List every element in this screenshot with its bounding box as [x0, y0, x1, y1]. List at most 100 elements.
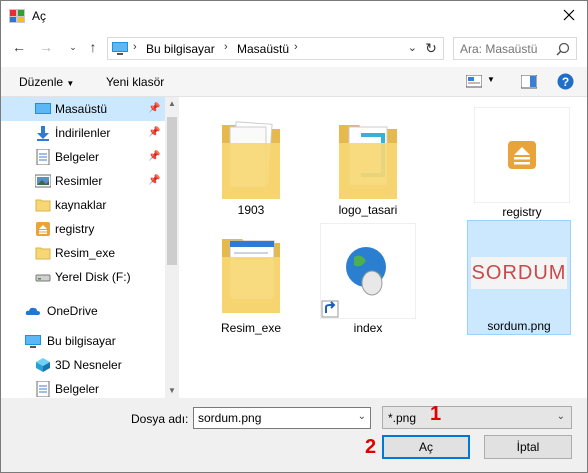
search-icon: [556, 42, 570, 56]
folder-icon: [35, 199, 51, 212]
folder-icon: [222, 121, 280, 199]
breadcrumb-this-pc[interactable]: Bu bilgisayar: [146, 42, 215, 56]
sidebar-item-kaynaklar[interactable]: kaynaklar: [1, 193, 165, 217]
address-bar[interactable]: › Bu bilgisayar › Masaüstü › ⌄ ↻: [107, 37, 444, 60]
sidebar-item-3d-objects[interactable]: 3D Nesneler: [1, 353, 165, 377]
sidebar-item-label: Masaüstü: [55, 102, 108, 116]
scrollbar-thumb[interactable]: [167, 117, 177, 265]
document-icon: [36, 149, 50, 165]
chevron-down-icon[interactable]: ⌄: [358, 411, 366, 422]
file-type-value: *.png: [388, 411, 417, 425]
file-type-filter[interactable]: *.png ⌄: [382, 406, 572, 429]
title-bar: Aç: [1, 1, 587, 31]
sidebar-item-downloads[interactable]: İndirilenler 📌: [1, 121, 165, 145]
sidebar-item-documents[interactable]: Belgeler 📌: [1, 145, 165, 169]
sidebar-item-documents-2[interactable]: Belgeler: [1, 377, 165, 398]
filename-label: Dosya adı:: [131, 412, 189, 426]
desktop-icon: [35, 103, 51, 114]
filename-combobox[interactable]: ⌄: [193, 407, 371, 429]
breadcrumb-desktop[interactable]: Masaüstü: [237, 42, 289, 56]
chevron-down-icon: ▼: [66, 79, 75, 88]
filename-input[interactable]: [194, 408, 344, 428]
pin-icon[interactable]: 📌: [148, 127, 160, 138]
window-title: Aç: [32, 9, 47, 23]
registry-file-icon: [474, 107, 570, 203]
search-input[interactable]: [460, 39, 560, 59]
app-icon: [9, 9, 25, 23]
file-list: 1903 logo_tasari registry Resim_exe inde…: [179, 97, 587, 398]
svg-text:?: ?: [562, 75, 569, 89]
search-box[interactable]: [453, 37, 577, 60]
open-button[interactable]: Aç: [382, 435, 470, 459]
scroll-up-icon[interactable]: ▲: [165, 97, 179, 111]
sidebar-item-label: Resim_exe: [55, 246, 116, 260]
address-dropdown-icon[interactable]: ⌄: [408, 41, 417, 54]
help-icon[interactable]: ?: [557, 73, 574, 90]
drive-icon: [35, 274, 51, 282]
file-name: index: [353, 321, 383, 335]
sidebar-item-label: registry: [55, 222, 95, 236]
up-arrow-icon[interactable]: ↑: [85, 39, 101, 55]
command-bar: Düzenle ▼ Yeni klasör ▼ ?: [1, 67, 587, 97]
pin-icon[interactable]: 📌: [148, 175, 160, 186]
thumbnail-text: SORDUM: [471, 262, 567, 284]
navigation-bar: ← → ⌄ ↑ › Bu bilgisayar › Masaüstü › ⌄ ↻: [1, 31, 587, 67]
sidebar-item-label: Belgeler: [55, 382, 100, 396]
globe-shortcut-icon: [320, 223, 416, 319]
sidebar-item-label: Resimler: [55, 174, 103, 188]
back-arrow-icon[interactable]: ←: [11, 39, 27, 55]
scroll-down-icon[interactable]: ▼: [165, 384, 179, 398]
file-name: sordum.png: [487, 319, 551, 333]
file-name: 1903: [237, 203, 265, 217]
pin-icon[interactable]: 📌: [148, 151, 160, 162]
preview-pane-icon[interactable]: [521, 75, 537, 89]
file-item-1903[interactable]: 1903: [199, 105, 303, 220]
cancel-button[interactable]: İptal: [484, 435, 572, 459]
cloud-icon: [25, 307, 40, 315]
file-item-resim-exe[interactable]: Resim_exe: [199, 223, 303, 338]
sidebar-item-onedrive[interactable]: OneDrive: [1, 299, 165, 323]
file-name: Resim_exe: [220, 321, 282, 335]
sidebar-item-label: OneDrive: [47, 304, 98, 318]
organize-button[interactable]: Düzenle ▼: [19, 75, 74, 89]
sidebar-item-label: kaynaklar: [55, 198, 107, 212]
sidebar-item-this-pc[interactable]: Bu bilgisayar: [1, 329, 165, 353]
computer-icon: [25, 335, 41, 348]
annotation-marker-2: 2: [365, 436, 377, 458]
sidebar-scrollbar[interactable]: ▲ ▼: [165, 97, 179, 398]
refresh-icon[interactable]: ↻: [423, 40, 439, 56]
sidebar-item-pictures[interactable]: Resimler 📌: [1, 169, 165, 193]
file-item-index[interactable]: index: [316, 223, 420, 338]
sidebar-item-label: Yerel Disk (F:): [55, 270, 131, 284]
chevron-down-icon[interactable]: ⌄: [557, 411, 565, 422]
file-name: logo_tasari: [338, 203, 398, 217]
folder-icon: [35, 247, 51, 260]
close-icon[interactable]: [559, 5, 579, 25]
sidebar-item-local-disk[interactable]: Yerel Disk (F:): [1, 265, 165, 289]
sidebar-item-desktop[interactable]: Masaüstü 📌: [1, 97, 165, 121]
sidebar-item-label: Bu bilgisayar: [47, 334, 116, 348]
view-options-icon[interactable]: [466, 75, 482, 89]
annotation-marker-1: 1: [430, 403, 442, 425]
sidebar-item-label: Belgeler: [55, 150, 100, 164]
pin-icon[interactable]: 📌: [148, 103, 160, 114]
registry-icon: [36, 222, 50, 236]
file-item-registry[interactable]: registry: [470, 105, 574, 220]
sidebar-item-resim-exe[interactable]: Resim_exe: [1, 241, 165, 265]
download-icon: [37, 126, 49, 141]
sidebar-item-label: İndirilenler: [55, 126, 111, 140]
recent-locations-chevron-icon[interactable]: ⌄: [65, 39, 81, 55]
folder-icon: [339, 125, 397, 199]
sidebar-item-registry[interactable]: registry: [1, 217, 165, 241]
folder-icon: [222, 239, 280, 313]
forward-arrow-icon[interactable]: →: [38, 39, 54, 55]
open-file-dialog: Aç ← → ⌄ ↑ › Bu bilgisayar › Masaüstü › …: [0, 0, 588, 473]
new-folder-button[interactable]: Yeni klasör: [106, 75, 164, 89]
file-item-sordum-png[interactable]: SORDUM sordum.png: [467, 220, 571, 335]
view-chevron-down-icon[interactable]: ▼: [487, 75, 495, 84]
navigation-pane: Masaüstü 📌 İndirilenler 📌 Belgeler 📌 Res…: [1, 97, 179, 398]
organize-label: Düzenle: [19, 75, 64, 89]
file-item-logo-tasari[interactable]: logo_tasari: [316, 105, 420, 220]
breadcrumb-separator-icon: ›: [224, 41, 228, 53]
sidebar-item-label: 3D Nesneler: [55, 358, 122, 372]
